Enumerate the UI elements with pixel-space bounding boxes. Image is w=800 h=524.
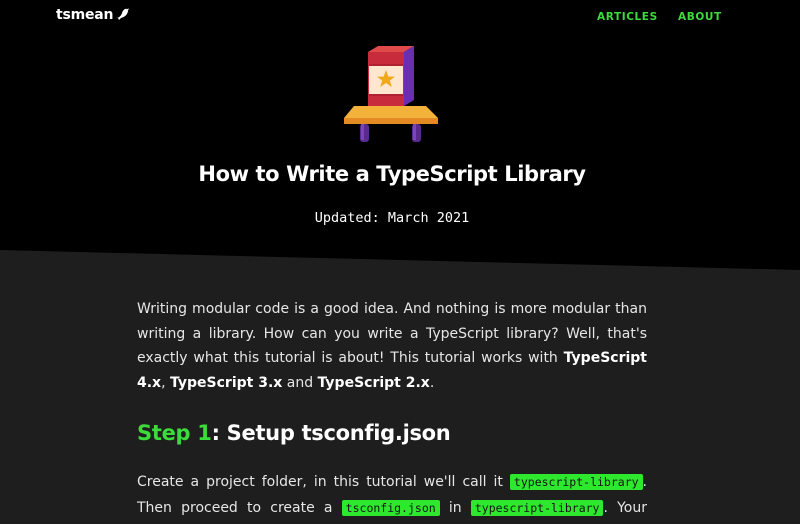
- step-text: Create a project folder, in this tutoria…: [137, 474, 510, 490]
- nav-about-link[interactable]: ABOUT: [678, 11, 722, 23]
- intro-end: .: [429, 374, 435, 391]
- top-nav: tsmean ARTICLES ABOUT: [0, 0, 800, 36]
- article-content: Writing modular code is a good idea. And…: [137, 297, 647, 521]
- nav-articles-link[interactable]: ARTICLES: [597, 11, 658, 23]
- inline-code: typescript-library: [470, 500, 604, 516]
- book-on-shelf-icon: [344, 46, 438, 142]
- intro-separator: and: [282, 374, 318, 391]
- intro-separator: ,: [161, 374, 170, 391]
- step-1-heading: Step 1: Setup tsconfig.json: [137, 421, 647, 445]
- inline-code: typescript-library: [509, 474, 643, 490]
- page-title: How to Write a TypeScript Library: [198, 162, 586, 186]
- bird-icon: [116, 8, 130, 20]
- site-logo[interactable]: tsmean: [56, 7, 130, 23]
- intro-bold-ts2: TypeScript 2.x: [317, 374, 430, 391]
- logo-text: tsmean: [56, 7, 114, 23]
- step-text: . Your: [603, 500, 647, 516]
- intro-bold-ts3: TypeScript 3.x: [170, 374, 283, 391]
- step-text: in: [439, 500, 471, 516]
- updated-date: Updated: March 2021: [314, 210, 470, 226]
- inline-code: tsconfig.json: [341, 500, 440, 516]
- step-title: : Setup tsconfig.json: [211, 421, 451, 445]
- step-number: Step 1: [137, 421, 212, 445]
- step-1-paragraph: Create a project folder, in this tutoria…: [137, 469, 647, 521]
- intro-paragraph: Writing modular code is a good idea. And…: [137, 297, 647, 395]
